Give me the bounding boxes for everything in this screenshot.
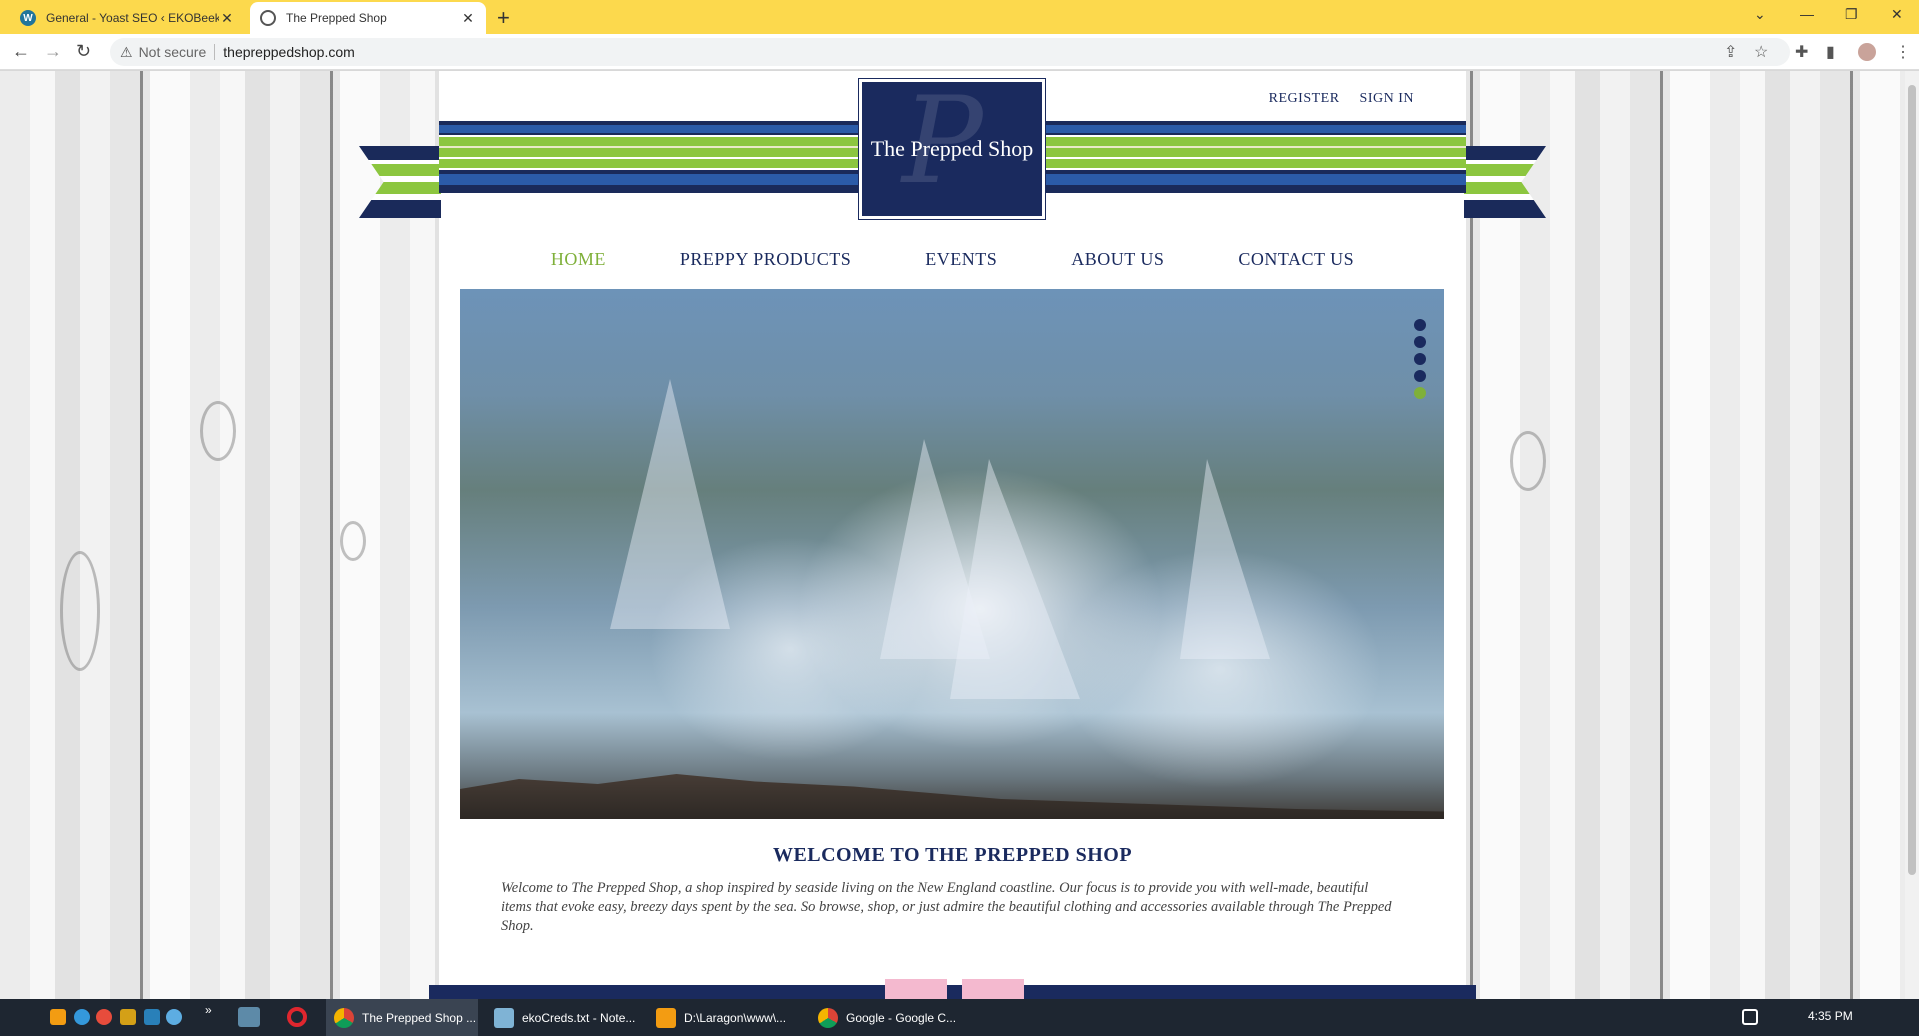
- browser-tab-bar: W General - Yoast SEO ‹ EKOBeekee ✕ The …: [0, 0, 1919, 34]
- close-icon[interactable]: ✕: [219, 10, 235, 27]
- slider-pagination: [1414, 319, 1426, 399]
- wood-knot: [200, 401, 236, 461]
- pink-bow-right: [962, 979, 1024, 999]
- taskbar-app-label: Google - Google C...: [846, 1010, 957, 1025]
- tab-prepped-shop[interactable]: The Prepped Shop ✕: [250, 2, 486, 34]
- hero-slider-image[interactable]: [460, 289, 1444, 819]
- site-page: P The Prepped Shop REGISTER SIGN IN HOME…: [359, 71, 1546, 999]
- taskbar-app-label: ekoCreds.txt - Note...: [522, 1010, 636, 1025]
- chrome-icon: [818, 1007, 838, 1028]
- nav-events[interactable]: EVENTS: [925, 249, 997, 270]
- tab-title: General - Yoast SEO ‹ EKOBeekee: [46, 11, 219, 25]
- nav-preppy-products[interactable]: PREPPY PRODUCTS: [680, 249, 851, 270]
- notification-icon[interactable]: [1742, 1009, 1758, 1025]
- page-scrollbar[interactable]: [1905, 71, 1919, 999]
- scrollbar-thumb[interactable]: [1908, 85, 1916, 875]
- welcome-heading: WELCOME TO THE PREPPED SHOP: [772, 844, 1133, 866]
- footer-ribbon: [429, 985, 1476, 999]
- close-icon[interactable]: ✕: [460, 10, 476, 27]
- reload-icon[interactable]: ↻: [76, 41, 91, 62]
- wood-knot: [60, 551, 100, 671]
- wood-knot: [1510, 431, 1546, 491]
- ribbon-tail-right: [1464, 146, 1546, 218]
- warning-icon[interactable]: ⚠: [120, 44, 133, 61]
- sail-shape: [610, 379, 730, 629]
- edge-tray-icon[interactable]: [74, 1009, 90, 1025]
- tab-yoast-seo[interactable]: W General - Yoast SEO ‹ EKOBeekee ✕: [10, 2, 245, 34]
- tool-tray-icon[interactable]: [120, 1009, 136, 1025]
- restore-button[interactable]: ❐: [1845, 6, 1858, 23]
- site-logo[interactable]: P The Prepped Shop: [858, 78, 1046, 220]
- sublime-icon: [656, 1007, 676, 1028]
- tab-title: The Prepped Shop: [286, 11, 387, 25]
- app-tray-icon[interactable]: [166, 1009, 182, 1025]
- sublime-tray-icon[interactable]: [50, 1009, 66, 1025]
- new-tab-button[interactable]: +: [497, 5, 510, 31]
- taskbar-app-chrome-google[interactable]: Google - Google C...: [810, 999, 962, 1036]
- taskbar-app-sublime[interactable]: D:\Laragon\www\...: [648, 999, 800, 1036]
- slider-dot[interactable]: [1414, 336, 1426, 348]
- page-viewport: P The Prepped Shop REGISTER SIGN IN HOME…: [0, 71, 1905, 999]
- slider-dot-active[interactable]: [1414, 387, 1426, 399]
- side-panel-icon[interactable]: ▮: [1826, 42, 1835, 62]
- welcome-paragraph: Welcome to The Prepped Shop, a shop insp…: [501, 880, 1392, 934]
- register-link[interactable]: REGISTER: [1269, 91, 1340, 107]
- close-window-button[interactable]: ✕: [1891, 6, 1903, 23]
- forward-arrow-icon[interactable]: →: [44, 41, 62, 62]
- opera-icon[interactable]: [287, 1007, 307, 1027]
- clock[interactable]: 4:35 PM: [1808, 1009, 1853, 1023]
- address-bar-row: ← → ↻ ⚠ Not secure thepreppedshop.com ⇪ …: [0, 34, 1919, 70]
- share-icon[interactable]: ⇪: [1724, 42, 1737, 62]
- shield-tray-icon[interactable]: [144, 1009, 160, 1025]
- tab-search-icon[interactable]: ⌄: [1754, 6, 1766, 23]
- opera-tray-icon[interactable]: [96, 1009, 112, 1025]
- photos-icon[interactable]: [238, 1007, 260, 1027]
- minimize-button[interactable]: —: [1800, 6, 1814, 22]
- account-links: REGISTER SIGN IN: [1269, 91, 1414, 107]
- nav-about-us[interactable]: ABOUT US: [1071, 249, 1164, 270]
- main-nav: HOME PREPPY PRODUCTS EVENTS ABOUT US CON…: [439, 249, 1466, 270]
- wordpress-icon: W: [20, 10, 36, 26]
- globe-icon: [260, 10, 276, 26]
- slider-dot[interactable]: [1414, 319, 1426, 331]
- sail-shape: [950, 459, 1080, 699]
- back-arrow-icon[interactable]: ←: [12, 41, 30, 62]
- sail-shape: [1180, 459, 1270, 659]
- nav-home[interactable]: HOME: [551, 249, 606, 270]
- sign-in-link[interactable]: SIGN IN: [1360, 91, 1414, 107]
- security-label[interactable]: Not secure: [139, 44, 216, 60]
- rocks-foreground: [460, 774, 1444, 819]
- nav-contact-us[interactable]: CONTACT US: [1238, 249, 1354, 270]
- taskbar-app-label: The Prepped Shop ...: [362, 1010, 477, 1025]
- url-input[interactable]: ⚠ Not secure thepreppedshop.com: [110, 38, 1790, 66]
- ribbon-tail-left: [359, 146, 441, 218]
- slider-dot[interactable]: [1414, 370, 1426, 382]
- logo-text: The Prepped Shop: [870, 136, 1034, 161]
- url-text[interactable]: thepreppedshop.com: [223, 44, 355, 60]
- taskbar-app-chrome-prepped[interactable]: The Prepped Shop ...: [326, 999, 478, 1036]
- slider-dot[interactable]: [1414, 353, 1426, 365]
- avatar[interactable]: [1858, 43, 1876, 61]
- taskbar: » The Prepped Shop ... ekoCreds.txt - No…: [0, 999, 1919, 1036]
- pink-bow-left: [885, 979, 947, 999]
- extensions-icon[interactable]: ✚: [1795, 42, 1808, 62]
- taskbar-app-notepad[interactable]: ekoCreds.txt - Note...: [486, 999, 638, 1036]
- chrome-icon: [334, 1007, 354, 1028]
- notepad-icon: [494, 1007, 514, 1028]
- wood-knot: [340, 521, 366, 561]
- overflow-icon[interactable]: »: [205, 1003, 212, 1017]
- taskbar-app-label: D:\Laragon\www\...: [684, 1010, 787, 1025]
- menu-icon[interactable]: ⋮: [1895, 42, 1911, 62]
- star-icon[interactable]: ☆: [1754, 42, 1768, 62]
